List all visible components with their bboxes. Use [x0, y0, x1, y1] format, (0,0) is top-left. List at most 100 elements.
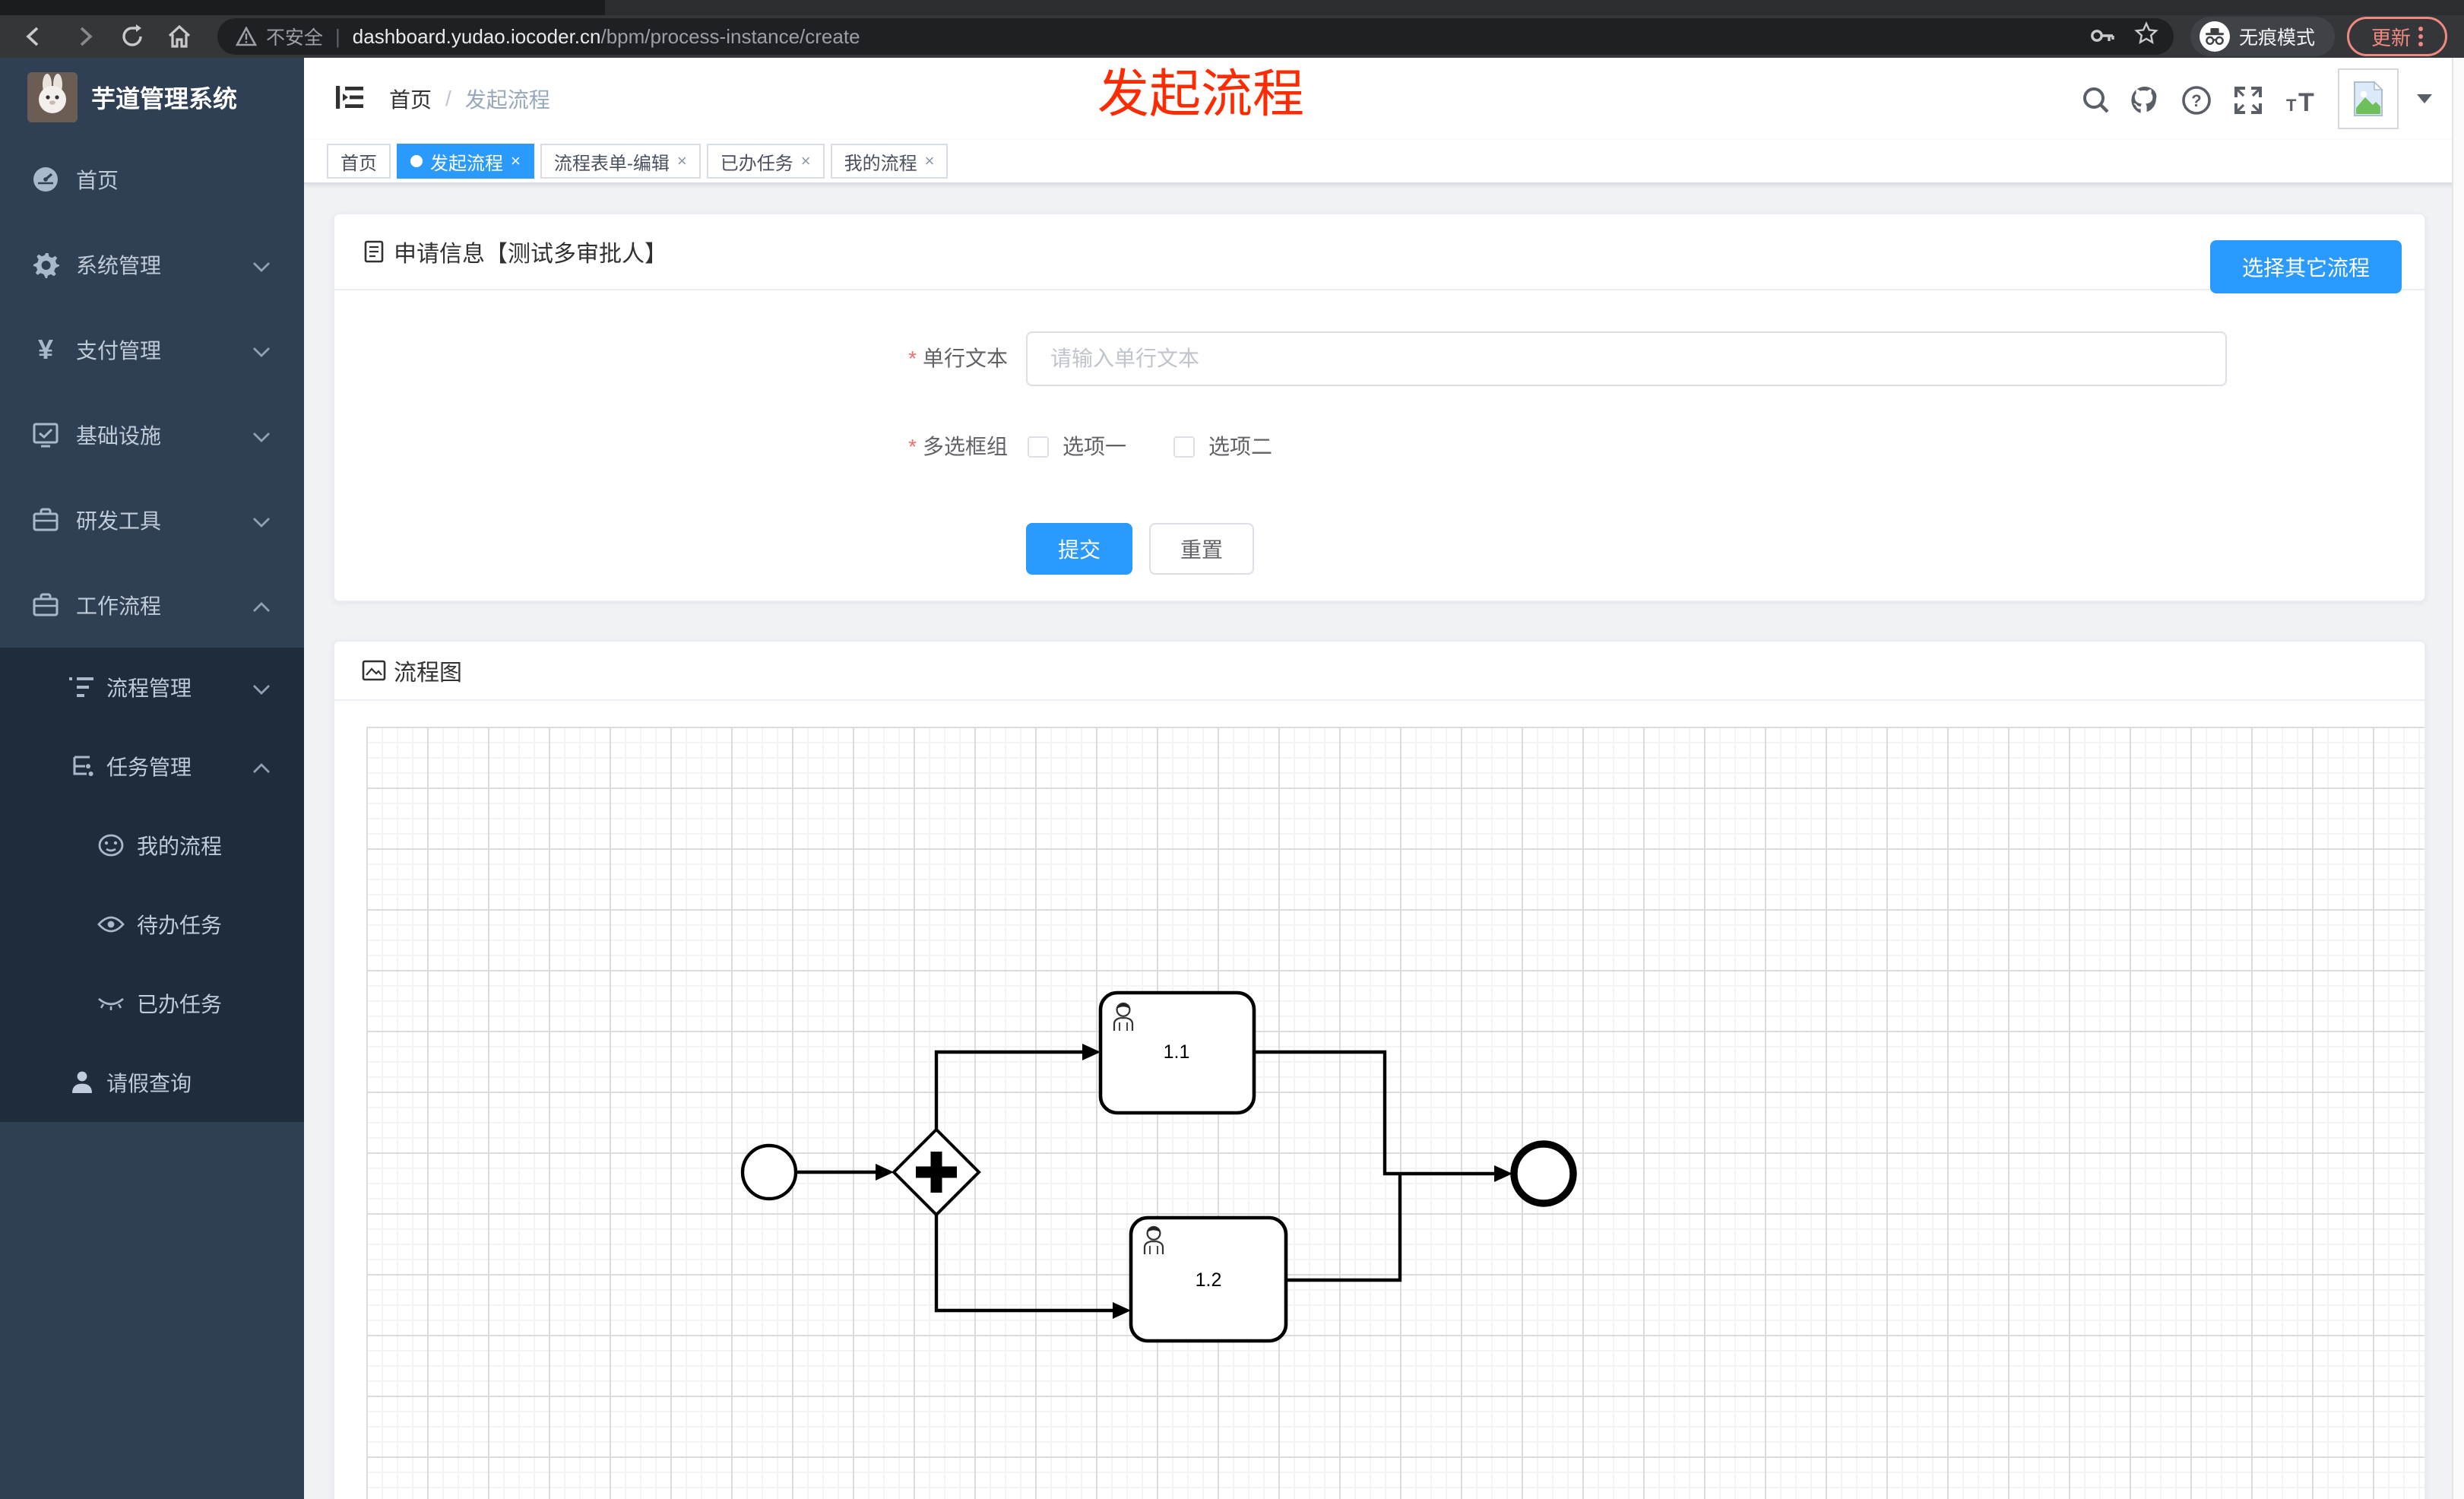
- breadcrumb-home[interactable]: 首页: [389, 84, 432, 114]
- help-icon[interactable]: ?: [2180, 84, 2213, 117]
- font-size-icon[interactable]: TT: [2285, 84, 2318, 117]
- chevron-up-icon: [252, 591, 271, 620]
- tab-form-edit[interactable]: 流程表单-编辑 ×: [540, 144, 701, 179]
- process-diagram-card: 流程图 1.1 1.2: [333, 640, 2426, 1499]
- flow-task2-end: [1286, 1174, 1402, 1282]
- single-line-text-input[interactable]: [1026, 331, 2227, 386]
- close-icon[interactable]: ×: [925, 151, 935, 171]
- choose-other-process-button[interactable]: 选择其它流程: [2210, 240, 2402, 293]
- browser-menu-icon[interactable]: [2418, 27, 2423, 46]
- tab-done-tasks[interactable]: 已办任务 ×: [706, 144, 825, 179]
- sidebar-item-my-process[interactable]: 我的流程: [0, 806, 304, 885]
- tab-label: 已办任务: [720, 153, 793, 174]
- sidebar-item-label: 首页: [76, 169, 119, 192]
- flow-gateway-task2: [934, 1215, 1113, 1313]
- sidebar-item-leave-query[interactable]: 请假查询: [0, 1043, 304, 1122]
- person-icon: [67, 1067, 97, 1098]
- sidebar-item-label: 基础设施: [76, 424, 162, 448]
- password-key-icon[interactable]: [2090, 23, 2116, 51]
- tab-label: 流程表单-编辑: [553, 153, 670, 174]
- update-label: 更新: [2371, 26, 2411, 49]
- fullscreen-icon[interactable]: [2231, 84, 2265, 117]
- forward-icon[interactable]: [68, 20, 102, 53]
- chevron-up-icon: [252, 753, 271, 781]
- required-mark: *: [908, 435, 917, 458]
- incognito-label: 无痕模式: [2239, 27, 2316, 49]
- avatar-dropdown-icon[interactable]: [2417, 94, 2432, 103]
- url-path[interactable]: /bpm/process-instance/create: [600, 25, 860, 49]
- closed-eye-icon: [96, 988, 126, 1019]
- app-logo-row[interactable]: 芋道管理系统: [0, 58, 304, 137]
- dashboard-icon: [30, 164, 61, 195]
- sidebar-item-workflow[interactable]: 工作流程: [0, 563, 304, 648]
- tab-start-process[interactable]: 发起流程 ×: [397, 144, 534, 179]
- sidebar-item-label: 工作流程: [76, 594, 162, 618]
- tab-my-process[interactable]: 我的流程 ×: [830, 144, 949, 179]
- address-bar[interactable]: 不安全 | dashboard.yudao.iocoder.cn/bpm/pro…: [217, 18, 2174, 55]
- sidebar: 芋道管理系统 首页 系统管理 ¥ 支付管理 基础设施 研发工具 工作流程 流程管…: [0, 58, 304, 1499]
- annotation-title: 发起流程: [1097, 65, 1305, 123]
- breadcrumb-current: 发起流程: [464, 88, 550, 112]
- sidebar-item-infra[interactable]: 基础设施: [0, 392, 304, 477]
- navbar: 首页 / 发起流程 ? TT: [304, 58, 2464, 140]
- process-diagram-header: 流程图: [334, 642, 2424, 701]
- sidebar-item-label: 请假查询: [106, 1072, 192, 1095]
- option2-label[interactable]: 选项二: [1208, 424, 1272, 470]
- browser-active-tab[interactable]: [605, 0, 2464, 15]
- apply-info-card: 申请信息【测试多审批人】 选择其它流程 *单行文本 *多选框组 选项一 选项二 …: [333, 213, 2426, 602]
- broken-image-icon: [2354, 81, 2383, 116]
- option1-checkbox[interactable]: [1028, 436, 1049, 458]
- sidebar-item-devtools[interactable]: 研发工具: [0, 477, 304, 563]
- option1-label[interactable]: 选项一: [1063, 424, 1126, 470]
- sidebar-toggle-icon[interactable]: [334, 84, 365, 114]
- back-icon[interactable]: [17, 20, 50, 53]
- security-warning-icon[interactable]: [236, 27, 257, 46]
- sidebar-item-task-mgmt[interactable]: 任务管理: [0, 727, 304, 806]
- security-label[interactable]: 不安全: [266, 23, 323, 50]
- sidebar-item-label: 支付管理: [76, 339, 162, 363]
- sidebar-item-process-mgmt[interactable]: 流程管理: [0, 648, 304, 727]
- eye-icon: [96, 909, 126, 940]
- sidebar-item-payment[interactable]: ¥ 支付管理: [0, 307, 304, 392]
- breadcrumb-separator: /: [445, 87, 451, 110]
- apply-info-header: 申请信息【测试多审批人】: [334, 214, 2424, 290]
- submit-button[interactable]: 提交: [1026, 523, 1132, 575]
- yen-icon: ¥: [37, 334, 54, 365]
- incognito-badge[interactable]: 无痕模式: [2190, 17, 2335, 56]
- tab-label: 首页: [340, 153, 377, 174]
- sidebar-item-label: 待办任务: [137, 914, 223, 937]
- sidebar-item-label: 流程管理: [106, 677, 192, 700]
- update-button[interactable]: 更新: [2347, 17, 2447, 56]
- sidebar-item-done-tasks[interactable]: 已办任务: [0, 964, 304, 1043]
- sidebar-item-home[interactable]: 首页: [0, 137, 304, 222]
- robot-face-icon: [96, 830, 126, 860]
- browser-tabstrip: [0, 0, 2464, 15]
- arrowhead-icon: [876, 1164, 894, 1181]
- tab-home[interactable]: 首页: [327, 144, 391, 179]
- close-icon[interactable]: ×: [677, 151, 687, 171]
- page-scrollbar[interactable]: [2452, 58, 2464, 1499]
- bpmn-canvas[interactable]: 1.1 1.2: [366, 727, 2424, 1499]
- home-icon[interactable]: [163, 20, 196, 53]
- app-title: 芋道管理系统: [91, 85, 238, 113]
- sidebar-item-todo-tasks[interactable]: 待办任务: [0, 885, 304, 964]
- close-icon[interactable]: ×: [801, 151, 811, 171]
- briefcase-icon: [30, 505, 61, 535]
- arrowhead-icon: [1113, 1302, 1131, 1319]
- close-icon[interactable]: ×: [511, 151, 521, 171]
- reload-icon[interactable]: [116, 20, 149, 53]
- end-event[interactable]: [1510, 1140, 1577, 1207]
- github-icon[interactable]: [2128, 84, 2162, 117]
- breadcrumb: 首页 / 发起流程: [389, 58, 550, 140]
- incognito-icon: [2200, 21, 2230, 52]
- avatar[interactable]: [2338, 68, 2399, 129]
- start-event[interactable]: [740, 1143, 798, 1201]
- reset-button[interactable]: 重置: [1149, 523, 1254, 575]
- url-host[interactable]: dashboard.yudao.iocoder.cn: [353, 25, 601, 49]
- search-icon[interactable]: [2079, 84, 2113, 117]
- option2-checkbox[interactable]: [1173, 436, 1195, 458]
- bookmark-star-icon[interactable]: [2134, 21, 2158, 52]
- sidebar-item-system[interactable]: 系统管理: [0, 222, 304, 307]
- browser-chrome: 不安全 | dashboard.yudao.iocoder.cn/bpm/pro…: [0, 0, 2464, 58]
- image-icon: [362, 660, 386, 681]
